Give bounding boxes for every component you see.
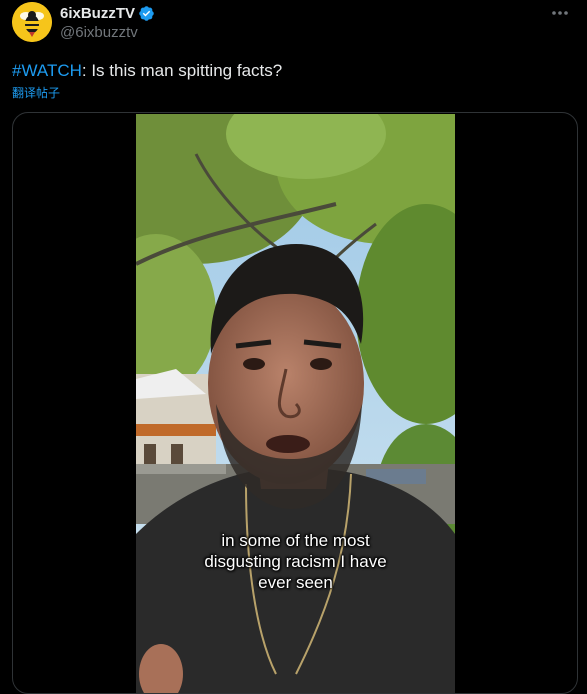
verified-badge-icon bbox=[139, 5, 154, 21]
user-info: 6ixBuzzTV @6ixbuzztv bbox=[60, 3, 155, 41]
handle[interactable]: @6ixbuzztv bbox=[60, 24, 155, 41]
video-frame[interactable]: in some of the most disgusting racism I … bbox=[136, 114, 455, 693]
tweet-text: #WATCH: Is this man spitting facts? bbox=[12, 60, 282, 82]
translate-post-link[interactable]: 翻译帖子 bbox=[12, 84, 60, 101]
video-thumbnail-image bbox=[136, 114, 455, 693]
caption-line: ever seen bbox=[258, 573, 333, 592]
tweet-body: : Is this man spitting facts? bbox=[81, 61, 283, 80]
avatar[interactable] bbox=[12, 2, 52, 42]
bee-logo-icon bbox=[12, 2, 52, 42]
tweet-header: 6ixBuzzTV @6ixbuzztv bbox=[12, 2, 575, 46]
video-player[interactable]: in some of the most disgusting racism I … bbox=[12, 112, 578, 694]
caption-line: in some of the most bbox=[221, 531, 370, 550]
hashtag-link[interactable]: #WATCH bbox=[12, 61, 82, 80]
caption-line: disgusting racism I have bbox=[204, 552, 387, 571]
video-caption: in some of the most disgusting racism I … bbox=[136, 530, 455, 593]
more-options-icon[interactable] bbox=[549, 4, 571, 22]
display-name[interactable]: 6ixBuzzTV bbox=[60, 5, 135, 22]
name-row: 6ixBuzzTV bbox=[60, 3, 155, 23]
